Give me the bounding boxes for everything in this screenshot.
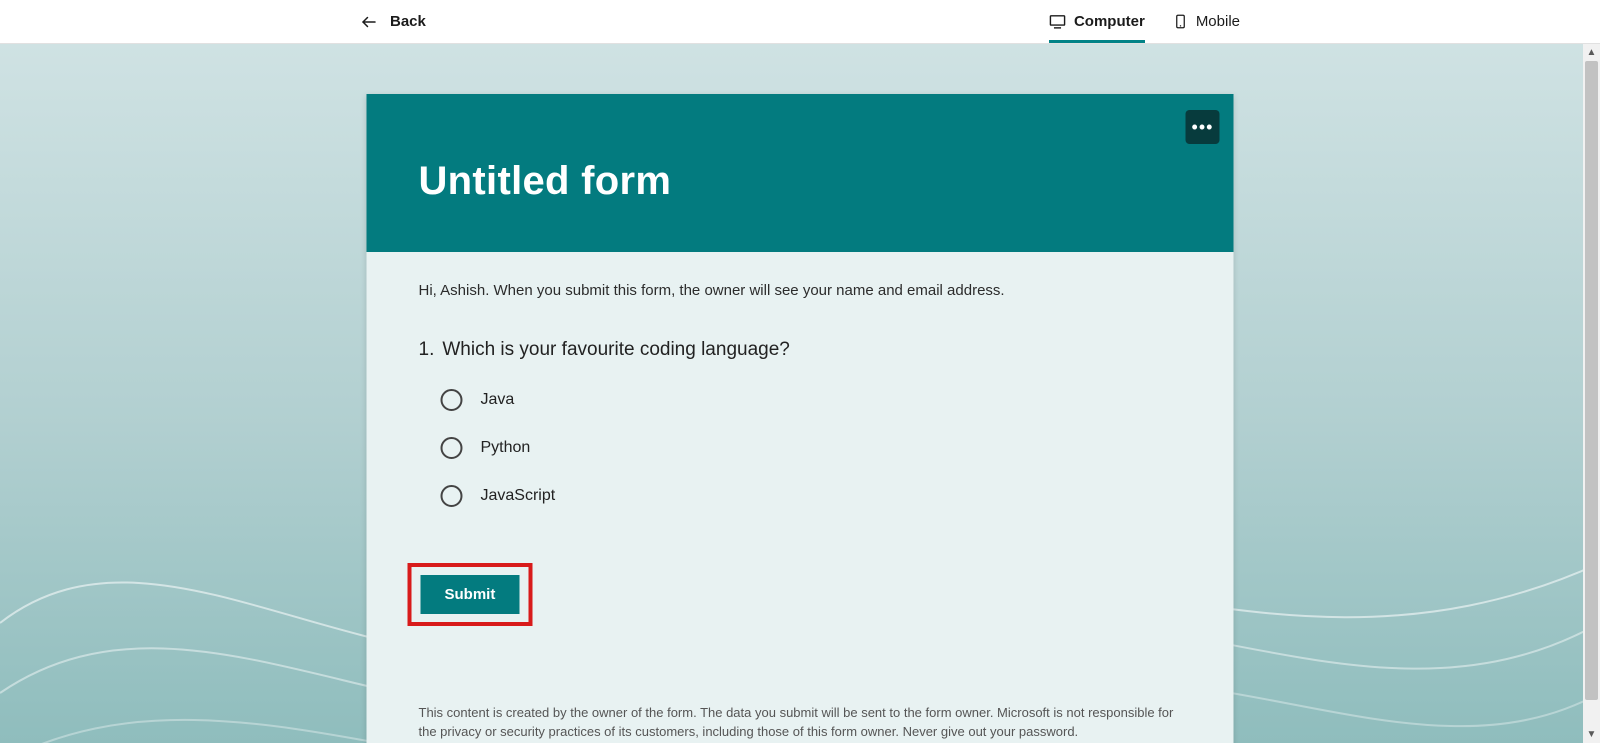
disclaimer-text: This content is created by the owner of … [419,704,1182,742]
arrow-left-icon [360,13,378,31]
preview-stage: ••• Untitled form Hi, Ashish. When you s… [0,44,1600,743]
vertical-scrollbar[interactable]: ▲ ▼ [1583,44,1600,743]
form-card: ••• Untitled form Hi, Ashish. When you s… [367,94,1234,743]
tab-mobile-label: Mobile [1196,13,1240,30]
option-python[interactable]: Python [441,437,1182,459]
option-java[interactable]: Java [441,389,1182,411]
question-1: 1. Which is your favourite coding langua… [419,339,1182,361]
back-button[interactable]: Back [360,13,426,31]
form-title: Untitled form [419,159,1182,204]
top-bar: Back Computer Mobile [0,0,1600,44]
form-header: ••• Untitled form [367,94,1234,252]
option-label: Java [481,391,515,409]
tab-computer-label: Computer [1074,13,1145,30]
tab-computer[interactable]: Computer [1049,0,1145,43]
tab-mobile[interactable]: Mobile [1173,0,1240,43]
back-label: Back [390,13,426,30]
greeting-text: Hi, Ashish. When you submit this form, t… [419,282,1182,299]
option-label: Python [481,439,531,457]
monitor-icon [1049,13,1066,30]
submit-button[interactable]: Submit [421,575,520,614]
scroll-down-icon: ▼ [1583,726,1600,743]
more-options-button[interactable]: ••• [1186,110,1220,144]
option-label: JavaScript [481,487,556,505]
radio-icon [441,389,463,411]
radio-icon [441,437,463,459]
scroll-up-icon: ▲ [1583,44,1600,61]
scrollbar-thumb[interactable] [1585,61,1598,700]
submit-highlight: Submit [408,563,533,626]
question-text: Which is your favourite coding language? [442,339,789,361]
smartphone-icon [1173,14,1188,29]
radio-icon [441,485,463,507]
view-tabs: Computer Mobile [1049,0,1240,43]
options-group: Java Python JavaScript [441,389,1182,507]
form-body: Hi, Ashish. When you submit this form, t… [367,252,1234,743]
option-javascript[interactable]: JavaScript [441,485,1182,507]
question-number: 1. [419,339,435,361]
ellipsis-icon: ••• [1192,118,1214,136]
